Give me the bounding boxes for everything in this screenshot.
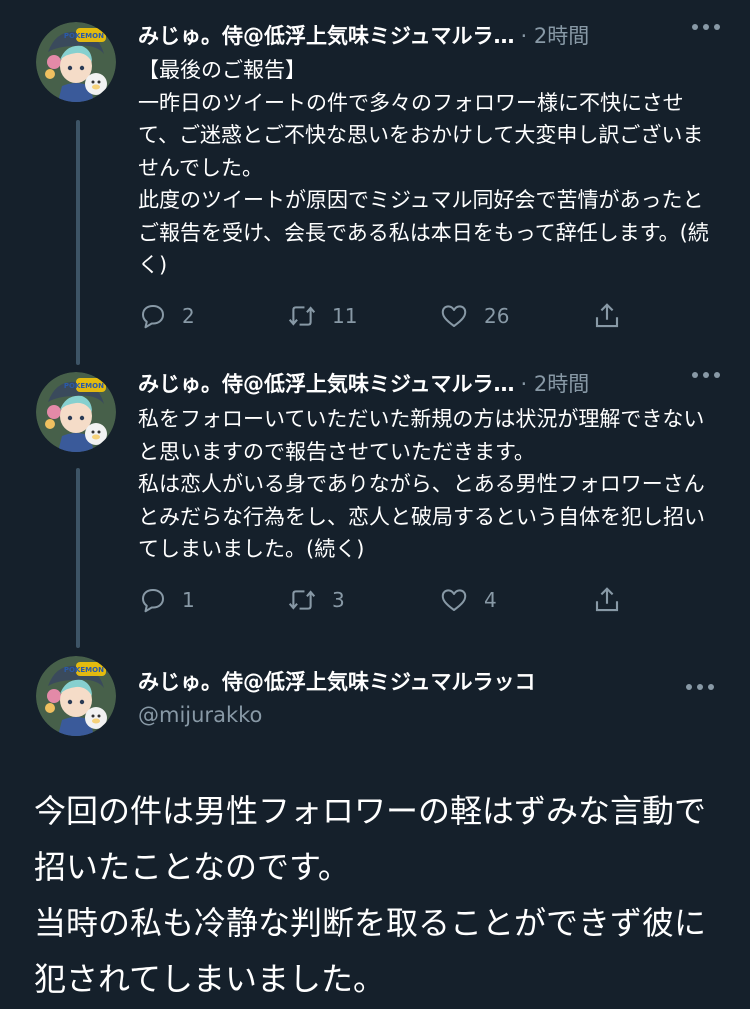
like-count: 4 (484, 588, 497, 612)
timeline: POKEMON GO みじゅ。侍@低浮上気味ミジュマルラ… · 2時間 【最後の… (0, 0, 750, 1009)
avatar[interactable]: POKEMON GO (36, 656, 116, 736)
thread-line (76, 120, 80, 365)
more-icon[interactable] (692, 24, 720, 30)
share-icon (592, 301, 622, 331)
retweet-icon (286, 301, 318, 331)
tweet-text: 今回の件は男性フォロワーの軽はずみな言動で招いたことなのです。 当時の私も冷静な… (34, 792, 707, 998)
more-icon[interactable] (692, 372, 720, 378)
reply-count: 2 (182, 304, 195, 328)
like-button[interactable]: 4 (438, 580, 497, 620)
tweet-header: みじゅ。侍@低浮上気味ミジュマルラ… · 2時間 (138, 18, 720, 52)
share-icon (592, 585, 622, 615)
retweet-count: 11 (332, 304, 358, 328)
avatar-badge-text: POKEMON GO (64, 32, 116, 40)
more-icon[interactable] (686, 684, 714, 690)
like-count: 26 (484, 304, 510, 328)
retweet-icon (286, 585, 318, 615)
author-name[interactable]: みじゅ。侍@低浮上気味ミジュマルラ… (138, 368, 515, 398)
tweet-text: 私をフォローいていただいた新規の方は状況が理解できないと思いますので報告させてい… (138, 407, 705, 561)
avatar-badge-text: POKEMON GO (64, 382, 116, 390)
avatar[interactable]: POKEMON GO (36, 22, 116, 102)
share-button[interactable] (592, 296, 622, 336)
reply-icon (138, 585, 168, 615)
like-icon (438, 301, 470, 331)
tweet-header: みじゅ。侍@低浮上気味ミジュマルラ… · 2時間 (138, 366, 720, 400)
tweet-time[interactable]: · 2時間 (521, 368, 590, 398)
retweet-button[interactable]: 3 (286, 580, 345, 620)
avatar[interactable]: POKEMON GO (36, 372, 116, 452)
author-name[interactable]: みじゅ。侍@低浮上気味ミジュマルラ… (138, 20, 515, 50)
reply-icon (138, 301, 168, 331)
tweet-actions: 1 3 4 (138, 580, 638, 620)
reply-count: 1 (182, 588, 195, 612)
tweet-actions: 2 11 26 (138, 296, 638, 336)
avatar-badge-text: POKEMON GO (64, 666, 116, 674)
reply-button[interactable]: 1 (138, 580, 195, 620)
reply-button[interactable]: 2 (138, 296, 195, 336)
like-button[interactable]: 26 (438, 296, 509, 336)
retweet-button[interactable]: 11 (286, 296, 357, 336)
retweet-count: 3 (332, 588, 345, 612)
author-name[interactable]: みじゅ。侍@低浮上気味ミジュマルラッコ (138, 666, 698, 696)
author-handle[interactable]: @mijurakko (138, 703, 262, 727)
tweet-time[interactable]: · 2時間 (521, 20, 590, 50)
share-button[interactable] (592, 580, 622, 620)
thread-line (76, 468, 80, 648)
like-icon (438, 585, 470, 615)
tweet-text: 【最後のご報告】 一昨日のツイートの件で多々のフォロワー様に不快にさせて、ご迷惑… (138, 58, 709, 277)
